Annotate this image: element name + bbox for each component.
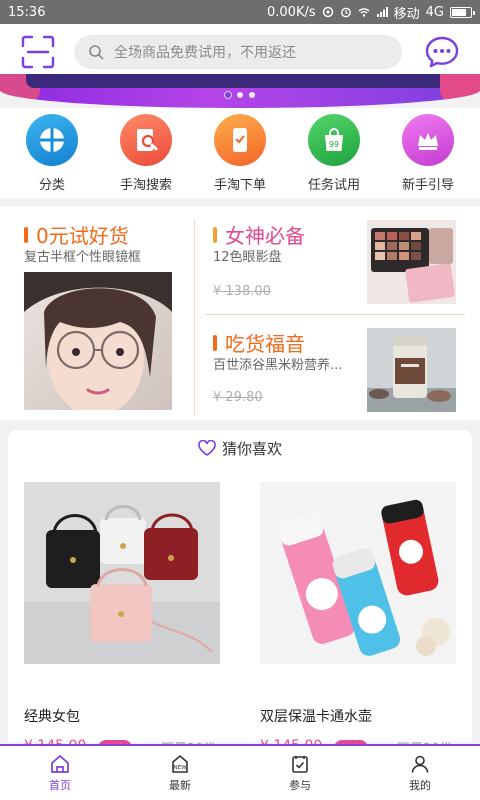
grid-icon: [26, 114, 78, 166]
promo-free-subtitle: 复古半框个性眼镜框: [24, 250, 142, 265]
tab-label: 最新: [169, 778, 191, 792]
shopping-bag-icon: 99: [308, 114, 360, 166]
search-input[interactable]: 全场商品免费试用，不用返还: [74, 35, 402, 69]
promo-goddess-price: ¥ 138.00: [213, 284, 271, 299]
signal-icon: [376, 7, 388, 17]
promo-divider-horizontal: [205, 314, 465, 315]
promo-free-title[interactable]: 0元试好货: [24, 220, 129, 249]
promo-title-text: 女神必备: [225, 224, 305, 248]
guess-you-like-section: 猜你喜欢 经典女包 ¥ 145.00 免费 限量20份: [8, 430, 472, 758]
svg-text:NEW: NEW: [173, 765, 187, 771]
category-item-classify[interactable]: 分类: [8, 114, 96, 198]
title-accent-bar: [213, 334, 217, 351]
checklist-icon: [292, 755, 308, 773]
guess-title: 猜你喜欢: [221, 439, 282, 458]
status-bar: 15:36 0.00K/s 移动 4G: [0, 0, 480, 24]
category-label: 手淘下单: [213, 178, 266, 193]
alarm-icon: [340, 7, 351, 18]
promo-foodie-price: ¥ 29.80: [213, 390, 263, 405]
rice-powder-product-image[interactable]: [367, 328, 456, 412]
category-item-search[interactable]: 手淘搜索: [102, 114, 190, 198]
category-nav: 分类 手淘搜索 手淘下单 99 任务试用 新手引导: [0, 108, 480, 198]
eyeshadow-product-image[interactable]: [367, 220, 456, 304]
carrier-label: 移动: [393, 6, 420, 22]
tab-latest[interactable]: NEW 最新: [120, 746, 240, 800]
promo-divider-vertical: [194, 220, 195, 416]
search-doc-icon: [120, 114, 172, 166]
network-speed: 0.00K/s: [267, 4, 316, 20]
tab-label: 首页: [49, 778, 71, 792]
banner-carousel[interactable]: [0, 74, 480, 108]
search-placeholder: 全场商品免费试用，不用返还: [114, 45, 296, 61]
user-icon: [411, 755, 429, 773]
glasses-product-image[interactable]: [24, 272, 172, 410]
tab-label: 我的: [409, 778, 431, 792]
banner-image: [26, 74, 454, 88]
tab-participate[interactable]: 参与: [240, 746, 360, 800]
promo-foodie-subtitle: 百世添谷黑米粉营养...: [213, 358, 343, 373]
wifi-icon: [358, 8, 370, 17]
category-label: 分类: [38, 178, 65, 193]
pagination-dot: [249, 92, 255, 98]
category-item-guide[interactable]: 新手引导: [384, 114, 472, 198]
guess-header: 猜你喜欢: [8, 430, 472, 466]
title-accent-bar: [24, 226, 28, 243]
battery-icon: [450, 6, 475, 18]
product-name: 经典女包: [24, 709, 80, 725]
tab-mine[interactable]: 我的: [360, 746, 480, 800]
pagination-dot-active: [225, 92, 231, 98]
handbag-product-image: [24, 482, 220, 664]
promo-title-text: 0元试好货: [36, 224, 129, 248]
order-phone-icon: [214, 114, 266, 166]
category-label: 手淘搜索: [119, 178, 172, 193]
network-type: 4G: [425, 4, 444, 20]
svg-text:99: 99: [329, 140, 339, 149]
tab-home[interactable]: 首页: [0, 746, 120, 800]
home-icon: [51, 754, 69, 773]
new-icon: NEW: [172, 754, 188, 773]
category-item-task[interactable]: 99 任务试用: [290, 114, 378, 198]
category-label: 任务试用: [307, 178, 360, 193]
message-icon[interactable]: [424, 34, 460, 70]
crown-icon: [402, 114, 454, 166]
tab-label: 参与: [289, 778, 311, 792]
product-name: 双层保温卡通水壶: [260, 709, 372, 725]
status-time: 15:36: [8, 4, 46, 20]
top-header: 全场商品免费试用，不用返还: [0, 24, 480, 80]
product-card-bag[interactable]: 经典女包 ¥ 145.00 免费 限量20份: [8, 464, 234, 758]
category-label: 新手引导: [401, 178, 454, 193]
product-card-bottle[interactable]: 双层保温卡通水壶 ¥ 145.00 免费 限量20份: [244, 464, 470, 758]
search-icon: [89, 45, 104, 60]
category-item-order[interactable]: 手淘下单: [196, 114, 284, 198]
promo-title-text: 吃货福音: [225, 332, 305, 356]
water-bottle-product-image: [260, 482, 456, 664]
scan-icon[interactable]: [20, 34, 56, 70]
promo-goddess-title[interactable]: 女神必备: [213, 220, 305, 249]
title-accent-bar: [213, 226, 217, 243]
bottom-tab-bar: 首页 NEW 最新 参与 我的: [0, 744, 480, 800]
heart-icon: [198, 440, 216, 456]
sync-icon: [322, 6, 333, 18]
promo-section: 0元试好货 复古半框个性眼镜框 女神必备 12色眼影盘 ¥ 138.00 吃货福…: [0, 206, 480, 420]
promo-goddess-subtitle: 12色眼影盘: [213, 250, 282, 265]
banner-decoration-right: [440, 74, 480, 104]
pagination-dot: [237, 92, 243, 98]
banner-pagination: [0, 92, 480, 98]
promo-foodie-title[interactable]: 吃货福音: [213, 328, 305, 357]
